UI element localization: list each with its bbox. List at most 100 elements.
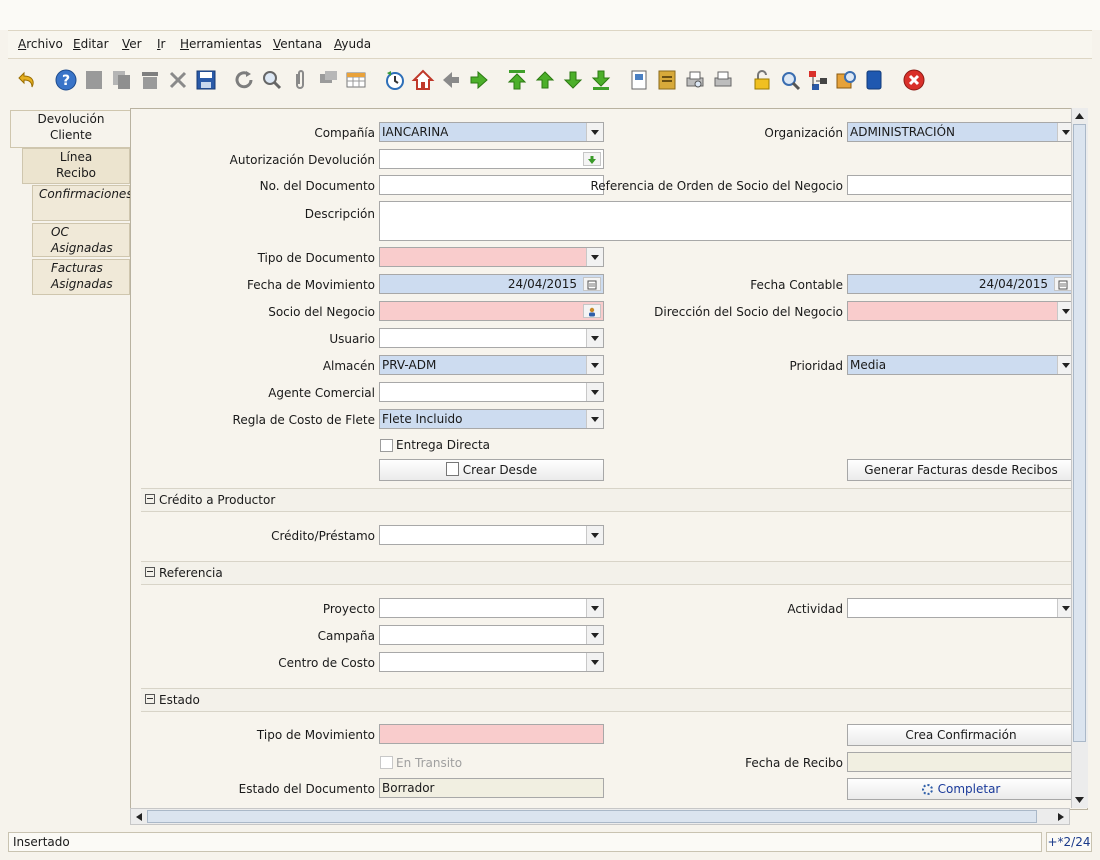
delete-selection-icon[interactable]	[166, 68, 190, 92]
workflow-icon[interactable]	[806, 68, 830, 92]
regla-flete-select[interactable]: Flete Incluido	[379, 409, 604, 429]
descripcion-textarea[interactable]	[379, 201, 1075, 241]
entrega-directa-checkbox[interactable]	[380, 439, 393, 452]
report-icon[interactable]	[627, 68, 651, 92]
help-icon[interactable]: ?	[54, 68, 78, 92]
previous-icon[interactable]	[439, 68, 463, 92]
tipo-movimiento-field[interactable]	[379, 724, 604, 744]
undo-icon[interactable]	[16, 68, 40, 92]
autorizacion-field[interactable]	[379, 149, 604, 169]
save-to-disk-icon[interactable]	[862, 68, 886, 92]
menu-ventana[interactable]: Ventana	[273, 37, 322, 51]
next-icon[interactable]	[467, 68, 491, 92]
proyecto-select[interactable]	[379, 598, 604, 618]
record-counter[interactable]: +*2/24	[1046, 832, 1092, 852]
usuario-select[interactable]	[379, 328, 604, 348]
socio-field[interactable]	[379, 301, 604, 321]
chevron-down-icon[interactable]	[586, 526, 603, 544]
section-credito-header[interactable]: Crédito a Productor	[141, 488, 1073, 512]
fecha-movimiento-field[interactable]: 24/04/2015	[379, 274, 604, 294]
scroll-left-icon[interactable]	[133, 811, 145, 823]
chevron-down-icon[interactable]	[586, 248, 603, 266]
tipo-documento-select[interactable]	[379, 247, 604, 267]
chevron-down-icon[interactable]	[586, 653, 603, 671]
menu-herramientas[interactable]: Herramientas	[180, 37, 262, 51]
save-icon[interactable]	[194, 68, 218, 92]
menu-ayuda[interactable]: Ayuda	[334, 37, 371, 51]
exit-icon[interactable]	[902, 68, 926, 92]
first-record-icon[interactable]	[505, 68, 529, 92]
record-counter-text: +*2/24	[1047, 835, 1091, 849]
tab-facturas-asignadas[interactable]: Facturas Asignadas	[32, 259, 130, 295]
collapse-icon[interactable]	[145, 567, 155, 577]
archive-icon[interactable]	[655, 68, 679, 92]
campana-select[interactable]	[379, 625, 604, 645]
calendar-icon[interactable]	[583, 277, 601, 291]
referencia-orden-field[interactable]	[847, 175, 1075, 195]
search-arrow-icon[interactable]	[583, 152, 601, 166]
attachment-icon[interactable]	[288, 68, 312, 92]
tab-confirmaciones[interactable]: Confirmaciones	[32, 185, 133, 221]
generar-facturas-button[interactable]: Generar Facturas desde Recibos	[847, 459, 1075, 481]
product-info-icon[interactable]	[834, 68, 858, 92]
prioridad-select[interactable]: Media	[847, 355, 1075, 375]
almacen-select[interactable]: PRV-ADM	[379, 355, 604, 375]
credito-prestamo-select[interactable]	[379, 525, 604, 545]
refresh-icon[interactable]	[232, 68, 256, 92]
delete-icon[interactable]	[138, 68, 162, 92]
chevron-down-icon[interactable]	[586, 383, 603, 401]
section-referencia-header[interactable]: Referencia	[141, 561, 1073, 585]
menu-archivo[interactable]: Archivo	[18, 37, 63, 51]
fecha-contable-field[interactable]: 24/04/2015	[847, 274, 1075, 294]
en-transito-checkbox[interactable]	[380, 756, 393, 769]
crea-confirmacion-button[interactable]: Crea Confirmación	[847, 724, 1075, 746]
chevron-down-icon[interactable]	[586, 599, 603, 617]
home-icon[interactable]	[411, 68, 435, 92]
menu-ir[interactable]: Ir	[157, 37, 165, 51]
centro-costo-select[interactable]	[379, 652, 604, 672]
zoom-across-icon[interactable]	[778, 68, 802, 92]
actividad-select[interactable]	[847, 598, 1075, 618]
print-preview-icon[interactable]	[683, 68, 707, 92]
history-icon[interactable]	[383, 68, 407, 92]
menu-editar[interactable]: Editar	[73, 37, 109, 51]
tab-linea-recibo[interactable]: Línea Recibo	[22, 148, 130, 184]
chevron-down-icon[interactable]	[586, 410, 603, 428]
crear-desde-button[interactable]: Crear Desde	[379, 459, 604, 481]
chevron-down-icon[interactable]	[586, 626, 603, 644]
last-record-icon[interactable]	[589, 68, 613, 92]
lock-icon[interactable]	[750, 68, 774, 92]
scroll-up-icon[interactable]	[1073, 110, 1086, 122]
scroll-thumb[interactable]	[147, 810, 1037, 823]
calendar-icon[interactable]	[1054, 277, 1072, 291]
scroll-right-icon[interactable]	[1055, 811, 1067, 823]
bpartner-lookup-icon[interactable]	[583, 304, 601, 318]
menu-ver[interactable]: Ver	[122, 37, 142, 51]
print-icon[interactable]	[711, 68, 735, 92]
no-documento-field[interactable]	[379, 175, 604, 195]
next-record-icon[interactable]	[561, 68, 585, 92]
collapse-icon[interactable]	[145, 694, 155, 704]
tab-oc-asignadas[interactable]: OC Asignadas	[32, 223, 130, 257]
scroll-down-icon[interactable]	[1073, 794, 1086, 806]
grid-toggle-icon[interactable]	[344, 68, 368, 92]
section-estado-header[interactable]: Estado	[141, 688, 1073, 712]
tab-devolucion-cliente[interactable]: Devolución Cliente	[10, 110, 131, 148]
completar-button[interactable]: Completar	[847, 778, 1075, 800]
chevron-down-icon[interactable]	[586, 329, 603, 347]
chevron-down-icon[interactable]	[586, 356, 603, 374]
new-icon[interactable]	[82, 68, 106, 92]
direccion-socio-select[interactable]	[847, 301, 1075, 321]
collapse-icon[interactable]	[145, 494, 155, 504]
scroll-thumb[interactable]	[1073, 124, 1086, 742]
organizacion-select[interactable]: ADMINISTRACIÓN	[847, 122, 1075, 142]
horizontal-scrollbar[interactable]	[130, 808, 1070, 825]
previous-record-icon[interactable]	[533, 68, 557, 92]
vertical-scrollbar[interactable]	[1071, 108, 1088, 808]
chevron-down-icon[interactable]	[586, 123, 603, 141]
find-icon[interactable]	[260, 68, 284, 92]
copy-icon[interactable]	[110, 68, 134, 92]
compania-select[interactable]: IANCARINA	[379, 122, 604, 142]
chat-icon[interactable]	[316, 68, 340, 92]
agente-select[interactable]	[379, 382, 604, 402]
